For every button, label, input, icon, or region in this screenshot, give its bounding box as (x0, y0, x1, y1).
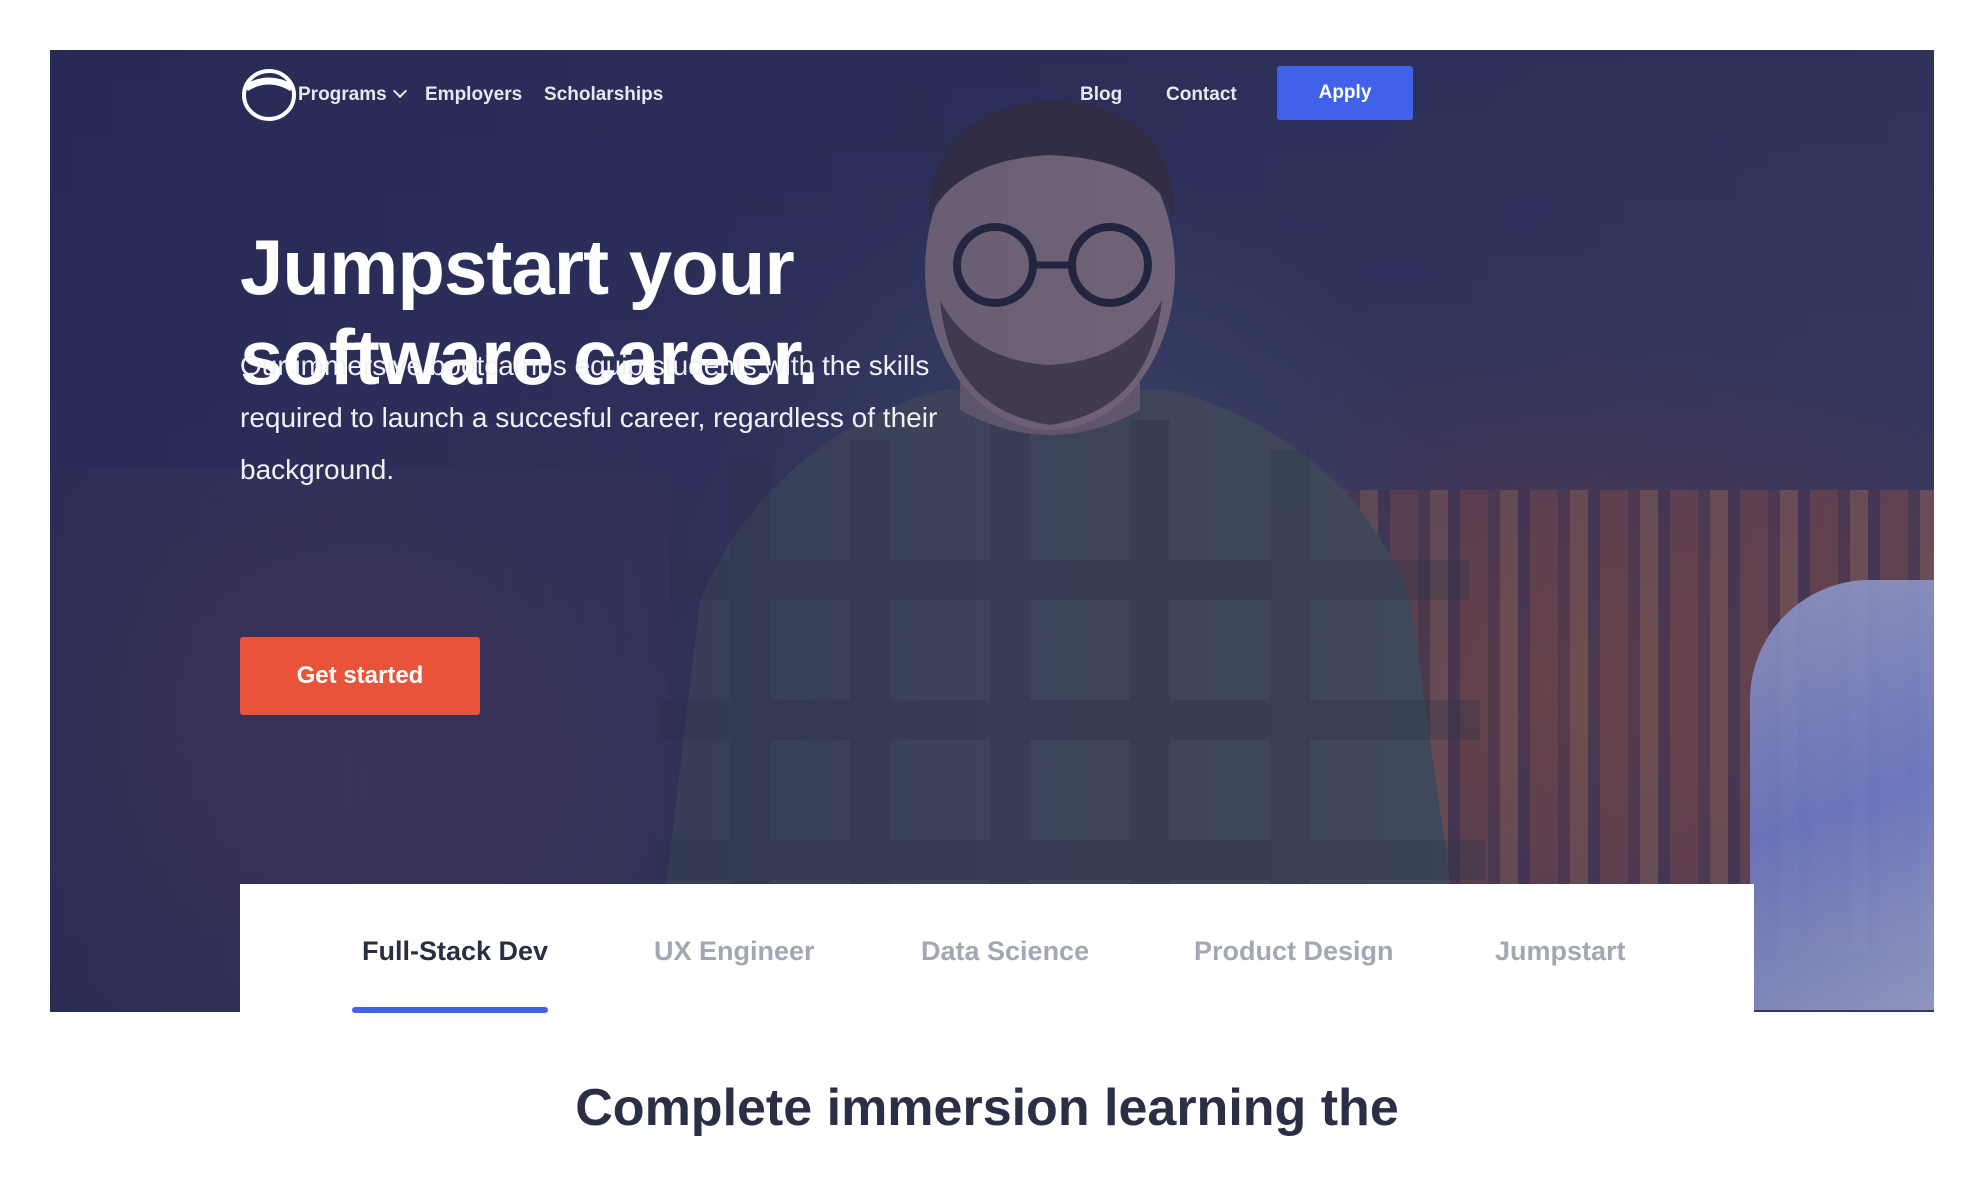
section-heading: Complete immersion learning the (575, 1079, 1399, 1137)
tab-data-science[interactable]: Data Science (921, 936, 1089, 967)
chevron-down-icon (392, 83, 407, 99)
tab-jumpstart[interactable]: Jumpstart (1495, 936, 1626, 967)
top-navigation: Programs Employers Scholarships Blog Con… (50, 50, 1934, 170)
tab-ux-engineer[interactable]: UX Engineer (654, 936, 815, 967)
nav-employers-link[interactable]: Employers (425, 84, 522, 106)
ring-logo-icon[interactable] (240, 66, 298, 124)
nav-programs-label: Programs (298, 84, 387, 105)
nav-blog-link[interactable]: Blog (1080, 84, 1122, 106)
get-started-button[interactable]: Get started (240, 637, 480, 715)
nav-contact-link[interactable]: Contact (1166, 84, 1237, 106)
tab-product-design[interactable]: Product Design (1194, 936, 1394, 967)
hero-subtext: Our immersive bootcamps equip students w… (240, 350, 938, 485)
hero-headline-line-1: Jumpstart your (240, 223, 795, 311)
nav-programs-menu[interactable]: Programs (298, 83, 407, 106)
active-tab-indicator (352, 1007, 548, 1013)
hero-section: Programs Employers Scholarships Blog Con… (50, 50, 1934, 1012)
tab-full-stack-dev[interactable]: Full-Stack Dev (362, 936, 548, 967)
nav-scholarships-link[interactable]: Scholarships (544, 84, 663, 106)
apply-button[interactable]: Apply (1277, 66, 1413, 120)
hero-color-overlay (50, 50, 1934, 1012)
program-tabs: Full-Stack Dev UX Engineer Data Science … (240, 884, 1754, 1013)
